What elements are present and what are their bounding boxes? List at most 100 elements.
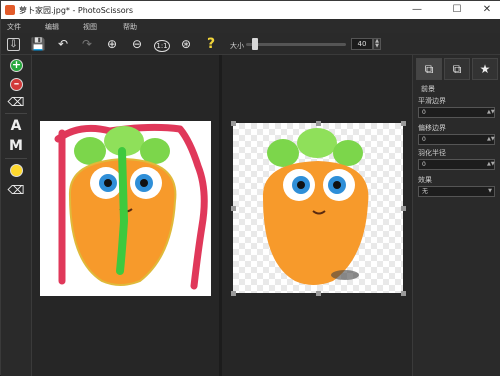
undo-icon: ↶ xyxy=(57,37,69,51)
redo-button[interactable]: ↷ xyxy=(79,36,95,52)
eraser-icon: ⌫ xyxy=(7,183,25,197)
effect-label: 效果 xyxy=(418,176,432,184)
background-icon: ⧉ xyxy=(452,62,462,76)
leaf-shape xyxy=(333,140,363,166)
tool-separator xyxy=(5,158,27,159)
leaf-shape xyxy=(140,138,170,164)
source-image[interactable] xyxy=(40,121,211,296)
keep-marker-button[interactable]: + xyxy=(10,59,23,72)
app-window: 萝卜家园.jpg* - PhotoScissors — ☐ ✕ 文件 编辑 视图… xyxy=(0,0,500,376)
smooth-edge-label: 平滑边界 xyxy=(418,97,446,105)
letter-a-icon: A xyxy=(10,118,22,134)
help-icon: ? xyxy=(206,36,216,52)
keep-marker-stroke xyxy=(116,147,129,275)
size-label: 大小 xyxy=(230,42,244,50)
zoom-out-icon: ⊖ xyxy=(131,37,143,51)
zoom-in-icon: ⊕ xyxy=(106,37,118,51)
eye-pupil xyxy=(104,179,112,187)
smooth-edge-value: 0 xyxy=(422,109,426,116)
tab-foreground[interactable]: ⧉ xyxy=(416,58,442,80)
maximize-icon: ☐ xyxy=(452,4,462,15)
fit-window-button[interactable]: ⊛ xyxy=(178,36,194,52)
eye-pupil xyxy=(297,181,305,189)
redo-icon: ↷ xyxy=(81,37,93,51)
menu-edit[interactable]: 编辑 xyxy=(45,22,59,32)
shadow-shape xyxy=(331,270,359,280)
plus-icon: + xyxy=(11,58,22,71)
brush-size-input[interactable]: 40 xyxy=(351,38,373,50)
spin-down-icon: ▼ xyxy=(375,43,379,49)
eraser-button[interactable]: ⌫ xyxy=(7,93,25,111)
menu-view[interactable]: 视图 xyxy=(83,22,97,32)
remove-marker-button[interactable]: – xyxy=(10,78,23,91)
fit-window-icon: ⊛ xyxy=(180,37,192,51)
toolbar: ⇩ 💾 ↶ ↷ ⊕ ⊖ 1:1 ⊛ ? 大小 40 ▲ ▼ xyxy=(1,33,500,55)
leaf-shape xyxy=(267,139,299,167)
color-picker-button[interactable] xyxy=(10,164,23,177)
tab-favorites[interactable]: ★ xyxy=(472,58,498,80)
resize-handle[interactable] xyxy=(401,291,406,296)
resize-handle[interactable] xyxy=(231,206,236,211)
effect-select[interactable]: 无 ▼ xyxy=(418,186,495,197)
eye-pupil xyxy=(333,181,341,189)
help-button[interactable]: ? xyxy=(203,36,219,52)
result-canvas[interactable] xyxy=(222,55,412,376)
tool-separator xyxy=(5,113,27,114)
brush-size-slider-thumb[interactable] xyxy=(251,38,258,50)
menu-help[interactable]: 帮助 xyxy=(123,22,137,32)
smooth-edge-field[interactable]: 0 ▲▼ xyxy=(418,107,495,118)
offset-edge-value: 0 xyxy=(422,136,426,143)
window-title: 萝卜家园.jpg* - PhotoScissors xyxy=(19,6,134,15)
resize-handle[interactable] xyxy=(316,291,321,296)
leaf-shape xyxy=(297,128,337,158)
result-image[interactable] xyxy=(233,123,403,293)
eraser-secondary-button[interactable]: ⌫ xyxy=(7,181,25,199)
open-icon: ⇩ xyxy=(9,39,18,50)
spinner-icon[interactable]: ▲▼ xyxy=(487,160,495,169)
chevron-down-icon: ▼ xyxy=(488,188,492,194)
maximize-button[interactable]: ☐ xyxy=(443,1,471,19)
effect-value: 无 xyxy=(422,188,429,195)
source-image-art xyxy=(54,123,208,290)
tab-background[interactable]: ⧉ xyxy=(444,58,470,80)
minus-icon: – xyxy=(13,77,20,90)
source-canvas[interactable] xyxy=(32,55,219,376)
eye-pupil xyxy=(140,179,148,187)
app-icon xyxy=(5,5,15,15)
save-icon: 💾 xyxy=(30,37,46,51)
star-icon: ★ xyxy=(479,62,491,76)
eraser-icon: ⌫ xyxy=(7,95,25,109)
feather-radius-label: 羽化半径 xyxy=(418,149,446,157)
spinner-icon[interactable]: ▲▼ xyxy=(487,108,495,117)
offset-edge-field[interactable]: 0 ▲▼ xyxy=(418,134,495,145)
manual-mode-button[interactable]: M xyxy=(7,137,25,155)
title-bar: 萝卜家园.jpg* - PhotoScissors — ☐ ✕ xyxy=(1,1,500,19)
feather-radius-field[interactable]: 0 ▲▼ xyxy=(418,159,495,170)
zoom-in-button[interactable]: ⊕ xyxy=(104,36,120,52)
foreground-icon: ⧉ xyxy=(424,62,434,76)
auto-mode-button[interactable]: A xyxy=(7,117,25,135)
resize-handle[interactable] xyxy=(231,291,236,296)
minimize-icon: — xyxy=(412,4,422,15)
brush-size-slider[interactable] xyxy=(246,43,346,46)
save-button[interactable]: 💾 xyxy=(30,36,46,52)
feather-radius-value: 0 xyxy=(422,161,426,168)
menu-file[interactable]: 文件 xyxy=(7,22,21,32)
resize-handle[interactable] xyxy=(401,121,406,126)
actual-size-button[interactable]: 1:1 xyxy=(154,36,170,52)
minimize-button[interactable]: — xyxy=(403,1,431,19)
resize-handle[interactable] xyxy=(401,206,406,211)
zoom-out-button[interactable]: ⊖ xyxy=(129,36,145,52)
spinner-icon[interactable]: ▲▼ xyxy=(487,135,495,144)
close-icon: ✕ xyxy=(482,4,492,15)
menu-bar: 文件 编辑 视图 帮助 xyxy=(1,19,500,33)
open-button[interactable]: ⇩ xyxy=(7,38,20,51)
left-toolbar: + – ⌫ A M ⌫ xyxy=(1,55,32,376)
letter-m-icon: M xyxy=(9,138,23,154)
resize-handle[interactable] xyxy=(231,121,236,126)
undo-button[interactable]: ↶ xyxy=(55,36,71,52)
brush-size-spinner[interactable]: ▲ ▼ xyxy=(373,38,381,50)
offset-edge-label: 偏移边界 xyxy=(418,124,446,132)
resize-handle[interactable] xyxy=(316,121,321,126)
close-button[interactable]: ✕ xyxy=(473,1,500,19)
